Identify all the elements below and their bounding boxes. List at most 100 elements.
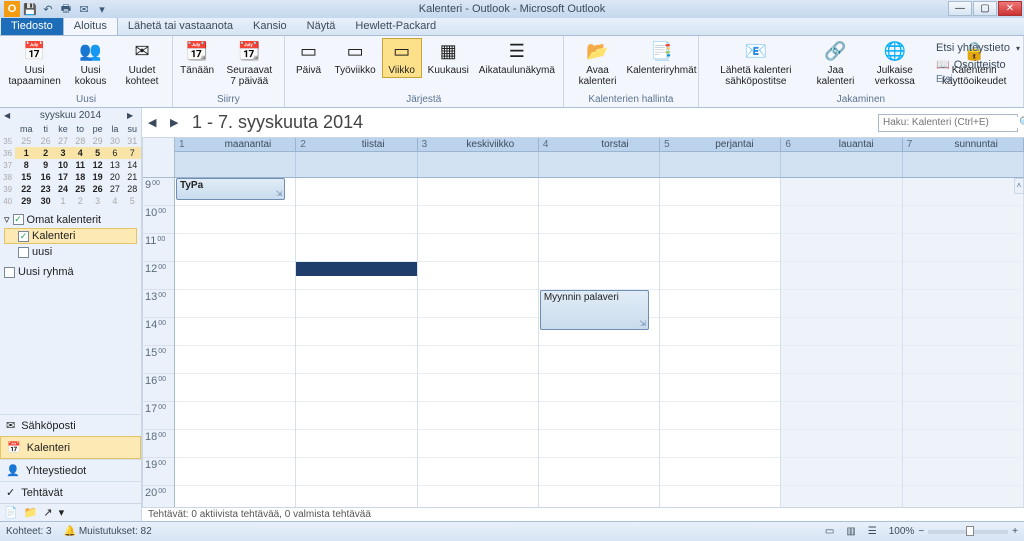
next7-button[interactable]: 📆Seuraavat 7 päivää — [219, 38, 279, 89]
minical-day[interactable]: 24 — [54, 183, 71, 195]
minical-day[interactable]: 23 — [37, 183, 54, 195]
time-slot[interactable] — [175, 458, 295, 486]
allday-slot[interactable] — [175, 152, 296, 177]
time-slot[interactable] — [539, 206, 659, 234]
day-column[interactable]: TyPa⇲ — [175, 138, 296, 507]
time-slot[interactable] — [660, 458, 780, 486]
time-slot[interactable] — [781, 290, 901, 318]
zoom-control[interactable]: 100% − + — [889, 526, 1018, 537]
minical-day[interactable]: 31 — [124, 135, 141, 147]
time-slot[interactable] — [296, 178, 416, 206]
time-slot[interactable] — [418, 178, 538, 206]
day-header[interactable]: 4torstai — [539, 138, 660, 151]
time-slot[interactable] — [903, 346, 1023, 374]
time-slot[interactable] — [175, 402, 295, 430]
prev-month-button[interactable]: ◀ — [4, 111, 14, 121]
minical-day[interactable]: 1 — [54, 195, 71, 207]
mini-calendar[interactable]: matiketopelasu 3525262728293031361234567… — [0, 123, 141, 207]
time-slot[interactable] — [296, 290, 416, 318]
time-slot[interactable] — [781, 486, 901, 507]
time-slot[interactable] — [539, 178, 659, 206]
minical-day[interactable]: 5 — [89, 147, 106, 159]
search-icon[interactable]: 🔍 — [1019, 116, 1024, 129]
time-slot[interactable] — [660, 206, 780, 234]
time-slot[interactable] — [175, 262, 295, 290]
week-grid[interactable]: 1maanantai2tiistai3keskiviikko4torstai5p… — [142, 138, 1024, 507]
time-slot[interactable] — [903, 402, 1023, 430]
minical-day[interactable]: 16 — [37, 171, 54, 183]
time-slot[interactable] — [781, 346, 901, 374]
time-slot[interactable] — [660, 290, 780, 318]
day-header[interactable]: 2tiistai — [296, 138, 417, 151]
send-receive-icon[interactable]: ✉ — [76, 1, 92, 17]
allday-slot[interactable] — [903, 152, 1024, 177]
time-slot[interactable] — [296, 318, 416, 346]
time-slot[interactable] — [175, 290, 295, 318]
schedule-view-button[interactable]: ☰Aikataulunäkymä — [475, 38, 559, 78]
day-column[interactable]: Myynnin palaveri⇲ — [539, 138, 660, 507]
print-icon[interactable]: 🖶 — [58, 1, 74, 17]
day-header[interactable]: 3keskiviikko — [418, 138, 539, 151]
time-slot[interactable] — [418, 262, 538, 290]
time-slot[interactable] — [418, 290, 538, 318]
minical-day[interactable]: 29 — [15, 195, 37, 207]
maximize-button[interactable]: ▢ — [973, 1, 997, 16]
notes-icon[interactable]: 📄 — [4, 506, 18, 519]
find-contact-field[interactable]: Etsi yhteystieto — [936, 40, 1020, 56]
day-column[interactable] — [660, 138, 781, 507]
allday-slot[interactable] — [781, 152, 902, 177]
selected-slot[interactable] — [296, 262, 416, 276]
day-header[interactable]: 5perjantai — [660, 138, 781, 151]
minical-day[interactable]: 5 — [124, 195, 141, 207]
time-slot[interactable] — [539, 234, 659, 262]
new-appointment-button[interactable]: 📅Uusi tapaaminen — [4, 38, 65, 89]
minical-day[interactable]: 28 — [124, 183, 141, 195]
appointment-typa[interactable]: TyPa⇲ — [176, 178, 285, 200]
time-slot[interactable] — [175, 346, 295, 374]
day-column[interactable] — [296, 138, 417, 507]
tab-home[interactable]: Aloitus — [63, 17, 118, 35]
time-slot[interactable] — [296, 430, 416, 458]
allday-slot[interactable] — [296, 152, 417, 177]
time-slot[interactable] — [903, 318, 1023, 346]
workweek-view-button[interactable]: ▭Työviikko — [331, 38, 380, 78]
time-slot[interactable] — [296, 486, 416, 507]
minical-day[interactable]: 6 — [106, 147, 123, 159]
minical-day[interactable]: 10 — [54, 159, 71, 171]
month-view-button[interactable]: ▦Kuukausi — [424, 38, 473, 78]
time-slot[interactable] — [781, 234, 901, 262]
minical-day[interactable]: 26 — [37, 135, 54, 147]
checkbox-icon[interactable] — [18, 247, 29, 258]
time-slot[interactable] — [660, 178, 780, 206]
time-slot[interactable] — [175, 374, 295, 402]
allday-slot[interactable] — [418, 152, 539, 177]
time-slot[interactable] — [903, 430, 1023, 458]
minical-day[interactable]: 11 — [72, 159, 89, 171]
day-header[interactable]: 6lauantai — [781, 138, 902, 151]
minical-day[interactable]: 2 — [37, 147, 54, 159]
time-slot[interactable] — [539, 374, 659, 402]
tree-item-calendar[interactable]: ✓ Kalenteri — [4, 228, 137, 244]
publish-online-button[interactable]: 🌐Julkaise verkossa — [862, 38, 927, 89]
tree-item-new-group[interactable]: Uusi ryhmä — [4, 264, 137, 280]
qat-dropdown-icon[interactable]: ▾ — [94, 1, 110, 17]
time-slot[interactable] — [296, 458, 416, 486]
zoom-slider[interactable] — [928, 530, 1008, 534]
minical-day[interactable]: 9 — [37, 159, 54, 171]
time-slot[interactable] — [903, 206, 1023, 234]
calendar-groups-button[interactable]: 📑Kalenteriryhmät — [629, 38, 694, 78]
next-month-button[interactable]: ▶ — [127, 111, 137, 121]
time-slot[interactable] — [539, 262, 659, 290]
time-slot[interactable] — [781, 402, 901, 430]
nav-contacts[interactable]: 👤Yhteystiedot — [0, 459, 141, 481]
minical-day[interactable]: 30 — [37, 195, 54, 207]
nav-mail[interactable]: ✉Sähköposti — [0, 414, 141, 436]
time-slot[interactable] — [418, 402, 538, 430]
minical-day[interactable]: 13 — [106, 159, 123, 171]
view-list-icon[interactable]: ☰ — [868, 526, 877, 537]
next-week-button[interactable]: ▶ — [170, 116, 184, 130]
minical-day[interactable]: 29 — [89, 135, 106, 147]
minical-day[interactable]: 8 — [15, 159, 37, 171]
time-slot[interactable] — [660, 262, 780, 290]
minical-day[interactable]: 17 — [54, 171, 71, 183]
